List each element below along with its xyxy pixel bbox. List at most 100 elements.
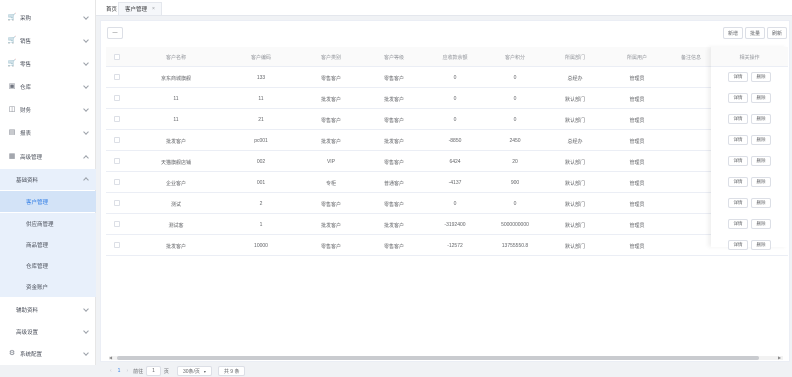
detail-button[interactable]: 详情	[728, 72, 748, 82]
select-all-checkbox[interactable]	[114, 54, 120, 60]
sidebar-item-warehouse[interactable]: ▣ 仓库	[0, 76, 96, 98]
detail-button[interactable]: 详情	[728, 156, 748, 166]
delete-button[interactable]: 删除	[751, 219, 771, 229]
detail-button[interactable]: 详情	[728, 177, 748, 187]
page-size-select[interactable]: 30条/页 ▾	[176, 366, 212, 376]
tab-customer-management[interactable]: 客户管理 ×	[118, 2, 162, 15]
cart-icon: 🛒	[7, 14, 17, 21]
sidebar-item-system[interactable]: ⚙ 系统配置	[0, 343, 96, 365]
delete-button[interactable]: 删除	[751, 156, 771, 166]
detail-button[interactable]: 详情	[728, 114, 748, 124]
sidebar-item-warehouse-mgmt[interactable]: 仓库管理	[0, 255, 96, 276]
page-input[interactable]: 1	[146, 366, 161, 376]
current-page[interactable]: 1	[118, 368, 121, 374]
scroll-left-icon[interactable]: ◀	[109, 356, 114, 360]
table-cell: 零售客户	[320, 202, 341, 208]
column-header: 所属部门	[564, 55, 585, 61]
tab-bar: 首页 客户管理 ×	[96, 0, 792, 16]
sidebar-group-basic-data[interactable]: 基础资料	[0, 169, 96, 190]
scrollbar-thumb[interactable]	[117, 356, 759, 360]
chevron-down-icon	[83, 328, 89, 334]
sidebar-item-sales[interactable]: 🛒 销售	[0, 30, 96, 52]
close-icon[interactable]: ×	[152, 6, 155, 12]
column-header: 客户类别	[320, 55, 341, 61]
chevron-down-icon: ▾	[203, 368, 206, 374]
row-checkbox[interactable]	[114, 200, 120, 206]
row-checkbox[interactable]	[114, 158, 120, 164]
detail-button[interactable]: 详情	[728, 135, 748, 145]
table-cell: 管理员	[629, 160, 645, 166]
row-checkbox[interactable]	[114, 137, 120, 143]
detail-button[interactable]: 详情	[728, 93, 748, 103]
table-cell: 默认部门	[564, 97, 585, 103]
delete-button[interactable]: 删除	[751, 198, 771, 208]
add-button[interactable]: 新增	[723, 27, 743, 39]
row-checkbox[interactable]	[114, 116, 120, 122]
table-cell: 批发客户	[383, 223, 404, 229]
table-row[interactable]: 企业客户 001 专柜 普通客户 -4137 900 默认部门 管理员	[106, 172, 788, 193]
sidebar-item-purchase[interactable]: 🛒 采购	[0, 7, 96, 29]
table-cell: 零售客户	[383, 160, 404, 166]
sidebar-item-customer[interactable]: 客户管理	[0, 191, 96, 212]
table-cell: 10000	[254, 243, 268, 249]
row-checkbox[interactable]	[114, 242, 120, 248]
chevron-down-icon	[83, 350, 89, 356]
table-row[interactable]: 测试 2 零售客户 零售客户 0 0 默认部门 管理员	[106, 193, 788, 214]
table-cell: 002	[256, 159, 266, 165]
collapse-button[interactable]: —	[107, 27, 123, 39]
row-checkbox[interactable]	[114, 95, 120, 101]
table-cell: 2	[259, 201, 263, 207]
row-checkbox[interactable]	[114, 179, 120, 185]
table-row[interactable]: 批发客户 pc001 批发客户 批发客户 -8850 2450 总经办 管理员	[106, 130, 788, 151]
delete-button[interactable]: 删除	[751, 135, 771, 145]
table-cell: 20	[512, 159, 518, 165]
scroll-right-icon[interactable]: ▶	[778, 356, 783, 360]
table-row[interactable]: 11 21 零售客户 零售客户 0 0 默认部门 管理员	[106, 109, 788, 130]
sidebar-item-retail[interactable]: 🛒 零售	[0, 53, 96, 75]
sidebar-item-label: 资金账户	[26, 284, 49, 291]
detail-button[interactable]: 详情	[728, 219, 748, 229]
next-page-button[interactable]: ›	[126, 368, 128, 374]
prev-page-button[interactable]: ‹	[110, 368, 112, 374]
detail-button[interactable]: 详情	[728, 198, 748, 208]
delete-button[interactable]: 删除	[751, 177, 771, 187]
detail-button[interactable]: 详情	[728, 240, 748, 250]
sidebar-item-report[interactable]: ▤ 报表	[0, 122, 96, 144]
horizontal-scrollbar[interactable]: ◀ ▶	[109, 356, 783, 360]
row-checkbox[interactable]	[114, 221, 120, 227]
refresh-button[interactable]: 刷新	[767, 27, 787, 39]
delete-button[interactable]: 删除	[751, 240, 771, 250]
batch-button[interactable]: 批量	[745, 27, 765, 39]
column-header: 客户编码	[250, 55, 271, 61]
table-row[interactable]: 京东商城旗舰 133 零售客户 零售客户 0 0 总经办 管理员	[106, 67, 788, 88]
table-row[interactable]: 天猫旗舰店铺 002 VIP 零售客户 6424 20 默认部门 管理员	[106, 151, 788, 172]
sidebar-item-fund-account[interactable]: 资金账户	[0, 276, 96, 297]
delete-button[interactable]: 删除	[751, 93, 771, 103]
sidebar-item-advanced[interactable]: ▦ 高级管理	[0, 146, 96, 168]
row-checkbox[interactable]	[114, 74, 120, 80]
sidebar-item-label: 客户管理	[26, 199, 49, 206]
table-cell: 普通客户	[383, 181, 404, 187]
chevron-up-icon	[83, 177, 89, 183]
table-cell: 默认部门	[564, 181, 585, 187]
delete-button[interactable]: 删除	[751, 114, 771, 124]
sidebar-item-aux-data[interactable]: 辅助资料	[0, 299, 96, 321]
table-cell: 13755550.8	[501, 243, 529, 249]
page-size-value: 30条/页	[182, 368, 200, 375]
cart-icon: 🛒	[7, 37, 17, 44]
table-row[interactable]: 批发客户 10000 零售客户 零售客户 -12572 13755550.8 默认部门 管理员	[106, 235, 788, 256]
table-cell: 11	[258, 96, 264, 102]
table-cell: 管理员	[629, 244, 645, 250]
table-cell: 0	[513, 117, 517, 123]
table-cell: 133	[256, 75, 266, 81]
table-row[interactable]: 测试客 1 批发客户 批发客户 -3192400 5000000000 默认部门 管理员	[106, 214, 788, 235]
table-row[interactable]: 11 11 批发客户 批发客户 0 0 默认部门 管理员	[106, 88, 788, 109]
sidebar-item-finance[interactable]: ◫ 财务	[0, 99, 96, 121]
delete-button[interactable]: 删除	[751, 72, 771, 82]
table-cell: 11	[173, 96, 179, 102]
sidebar-item-label: 供应商管理	[26, 221, 54, 228]
table-cell: VIP	[326, 159, 336, 165]
sidebar-item-supplier[interactable]: 供应商管理	[0, 213, 96, 234]
sidebar-item-product[interactable]: 商品管理	[0, 234, 96, 255]
sidebar-item-advanced-settings[interactable]: 高级设置	[0, 321, 96, 343]
